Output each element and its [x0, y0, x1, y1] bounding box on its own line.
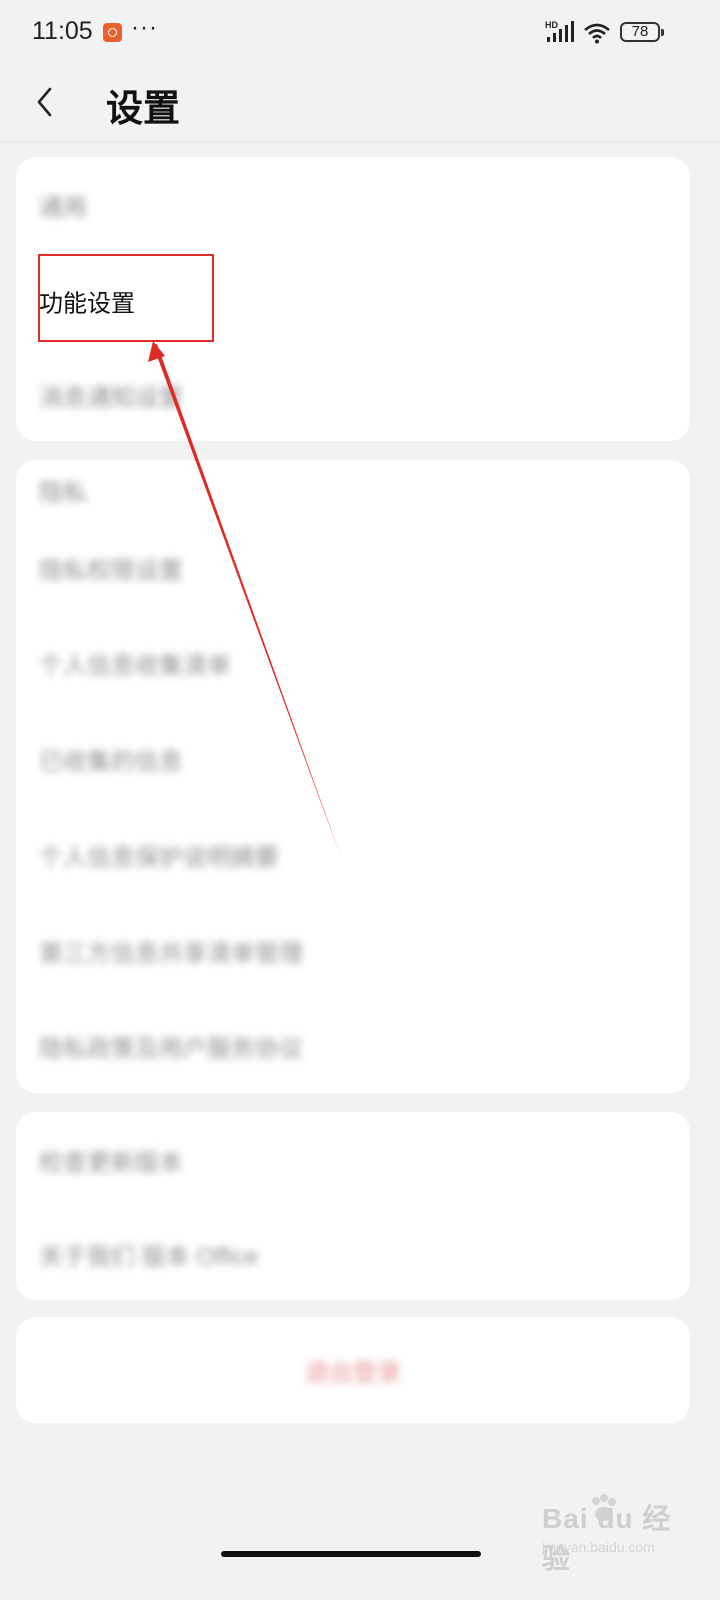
- section-header-label: 隐私: [39, 479, 87, 507]
- wifi-icon: [584, 23, 610, 44]
- settings-item-check-update[interactable]: 检查更新版本: [16, 1112, 690, 1208]
- status-bar: 11:05 ··· HD 78: [0, 0, 720, 64]
- settings-item-label: 隐私权限设置: [39, 557, 183, 585]
- settings-item-general[interactable]: 通用: [16, 157, 690, 253]
- baidu-jingyan-watermark: Bai du 经验 jingyan.baidu.com: [540, 1493, 700, 1574]
- chevron-left-icon: [37, 87, 52, 117]
- settings-item-privacy-permissions[interactable]: 隐私权限设置: [16, 520, 690, 616]
- settings-group-privacy: 隐私 隐私权限设置 个人信息收集清单 已收集的信息 个人信息保护说明摘要 第三方…: [16, 460, 690, 1093]
- settings-item-label: 第三方信息共享清单管理: [39, 940, 303, 968]
- settings-item-third-party-sharing[interactable]: 第三方信息共享清单管理: [16, 903, 690, 999]
- app-notification-icon: [103, 23, 122, 42]
- network-type-label: HD: [545, 20, 558, 30]
- settings-item-personal-info-list[interactable]: 个人信息收集清单: [16, 615, 690, 711]
- settings-item-privacy-policy[interactable]: 隐私政策及用户服务协议: [16, 998, 690, 1094]
- settings-item-collected-info[interactable]: 已收集的信息: [16, 711, 690, 807]
- more-notifications-icon: ···: [131, 14, 158, 41]
- settings-item-label: 消息通知设置: [39, 384, 183, 412]
- logout-label: 退出登录: [305, 1359, 401, 1387]
- watermark-url: jingyan.baidu.com: [542, 1539, 655, 1555]
- page-title: 设置: [106, 88, 180, 129]
- back-button[interactable]: [24, 80, 68, 124]
- home-indicator[interactable]: [221, 1551, 481, 1557]
- settings-item-label: 已收集的信息: [39, 748, 183, 776]
- settings-item-label: 个人信息保护说明摘要: [39, 844, 279, 872]
- battery-icon: 78: [620, 22, 664, 42]
- logout-button[interactable]: 退出登录: [16, 1317, 690, 1423]
- settings-item-label: 关于我们 版本 Office: [39, 1243, 259, 1271]
- settings-item-notifications[interactable]: 消息通知设置: [16, 347, 690, 443]
- watermark-brand: Bai du 经验: [542, 1503, 672, 1574]
- settings-item-label: 通用: [39, 194, 87, 222]
- annotation-highlight-box: [38, 254, 214, 342]
- settings-item-label: 隐私政策及用户服务协议: [39, 1035, 303, 1063]
- status-time: 11:05: [32, 17, 93, 45]
- settings-item-label: 个人信息收集清单: [39, 652, 231, 680]
- settings-item-label: 检查更新版本: [39, 1149, 183, 1177]
- settings-group-about: 检查更新版本 关于我们 版本 Office: [16, 1112, 690, 1300]
- settings-item-privacy-summary[interactable]: 个人信息保护说明摘要: [16, 807, 690, 903]
- settings-item-about[interactable]: 关于我们 版本 Office: [16, 1206, 690, 1302]
- header-bar: 设置: [0, 64, 720, 142]
- signal-icon: HD: [545, 20, 574, 42]
